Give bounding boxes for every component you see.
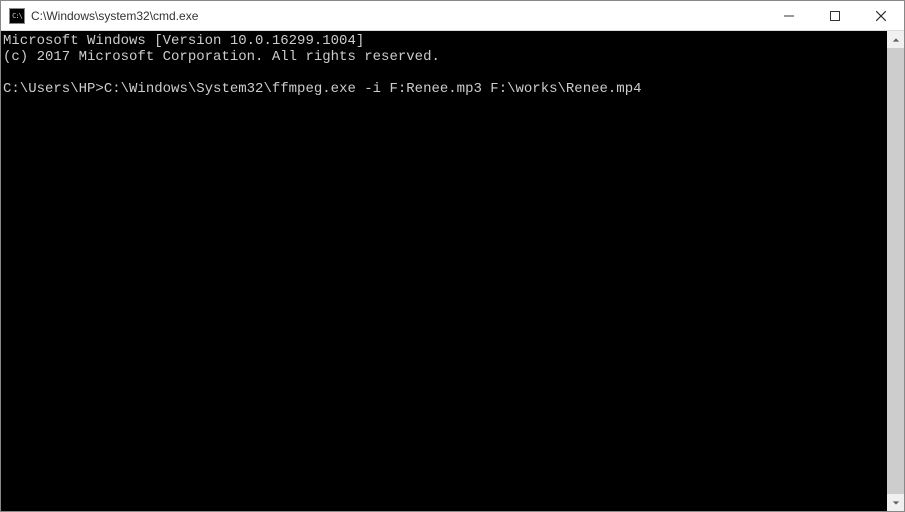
copyright-line: (c) 2017 Microsoft Corporation. All righ…	[3, 49, 440, 65]
scroll-up-button[interactable]	[887, 31, 904, 48]
chevron-down-icon	[892, 499, 900, 507]
content-area: Microsoft Windows [Version 10.0.16299.10…	[1, 31, 904, 511]
prompt: C:\Users\HP>	[3, 81, 104, 97]
chevron-up-icon	[892, 36, 900, 44]
vertical-scrollbar[interactable]	[887, 31, 904, 511]
version-line: Microsoft Windows [Version 10.0.16299.10…	[3, 33, 364, 49]
close-icon	[876, 11, 886, 21]
scroll-down-button[interactable]	[887, 494, 904, 511]
scrollbar-thumb[interactable]	[887, 48, 904, 494]
terminal-output[interactable]: Microsoft Windows [Version 10.0.16299.10…	[1, 31, 887, 511]
minimize-button[interactable]	[766, 1, 812, 30]
scrollbar-track[interactable]	[887, 48, 904, 494]
window-controls	[766, 1, 904, 30]
cmd-window: C:\ C:\Windows\system32\cmd.exe Microsof…	[0, 0, 905, 512]
window-title: C:\Windows\system32\cmd.exe	[31, 9, 766, 23]
cmd-icon: C:\	[9, 8, 25, 24]
typed-command: C:\Windows\System32\ffmpeg.exe -i F:Rene…	[104, 81, 642, 97]
titlebar[interactable]: C:\ C:\Windows\system32\cmd.exe	[1, 1, 904, 31]
minimize-icon	[784, 11, 794, 21]
close-button[interactable]	[858, 1, 904, 30]
maximize-icon	[830, 11, 840, 21]
maximize-button[interactable]	[812, 1, 858, 30]
